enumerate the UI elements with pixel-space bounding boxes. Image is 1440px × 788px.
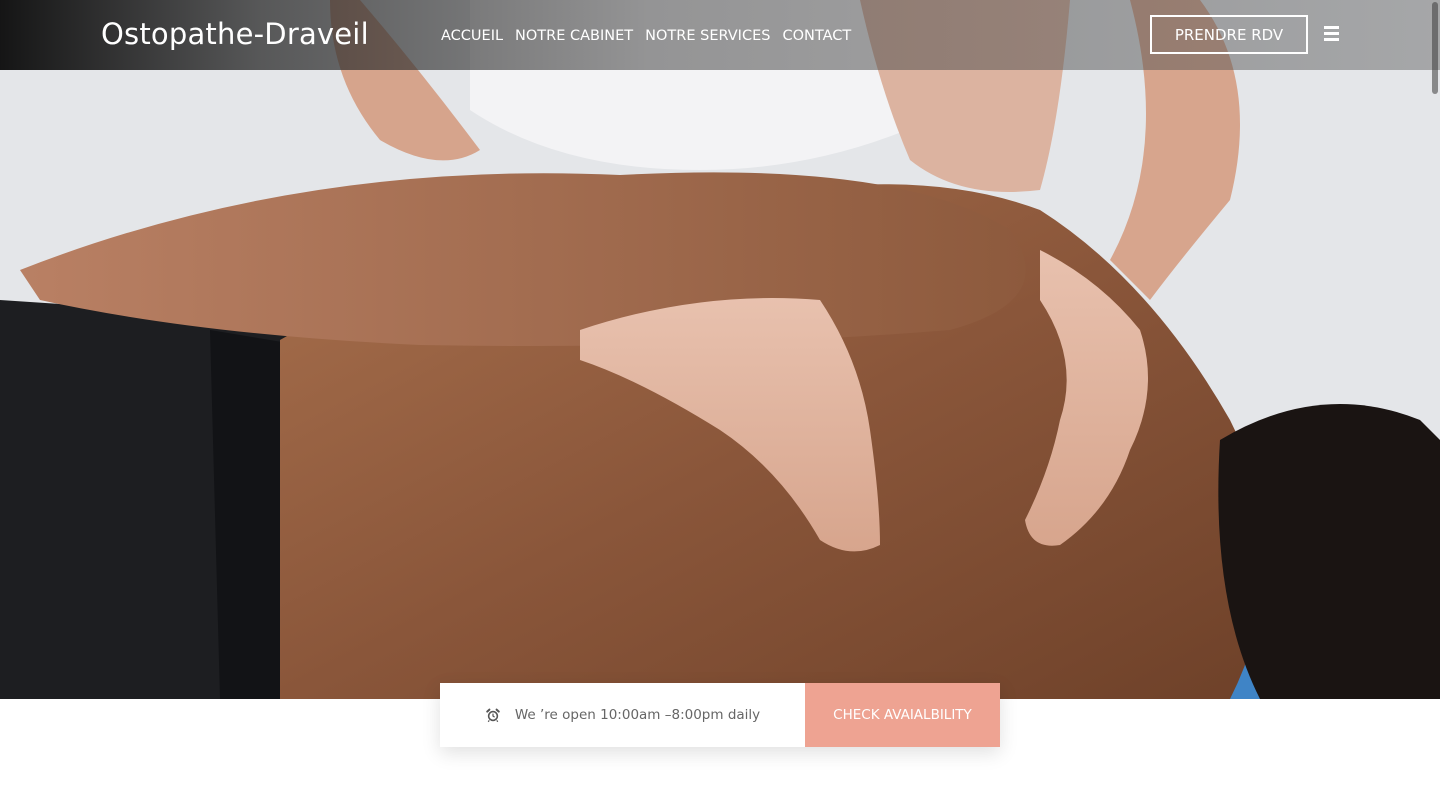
scrollbar-thumb[interactable] [1432, 2, 1438, 94]
availability-bar: We ’re open 10:00am –8:00pm daily CHECK … [440, 683, 1000, 747]
nav-item-notre-cabinet[interactable]: NOTRE CABINET [515, 26, 633, 46]
opening-hours: We ’re open 10:00am –8:00pm daily [440, 683, 805, 747]
check-availability-button[interactable]: CHECK AVAIALBILITY [805, 683, 1000, 747]
hamburger-icon[interactable] [1324, 26, 1339, 41]
hero-image [0, 0, 1440, 699]
nav-item-notre-services[interactable]: NOTRE SERVICES [645, 26, 770, 46]
hamburger-line [1324, 26, 1339, 29]
main-navigation: ACCUEIL NOTRE CABINET NOTRE SERVICES CON… [441, 26, 851, 46]
scrollbar-track[interactable] [1428, 0, 1440, 788]
site-logo-text[interactable]: Ostopathe-Draveil [101, 14, 369, 54]
nav-item-contact[interactable]: CONTACT [782, 26, 851, 46]
alarm-clock-icon [486, 708, 500, 723]
nav-item-accueil[interactable]: ACCUEIL [441, 26, 503, 46]
hamburger-line [1324, 38, 1339, 41]
hamburger-line [1324, 32, 1339, 35]
opening-hours-text: We ’re open 10:00am –8:00pm daily [514, 707, 761, 723]
site-header: Ostopathe-Draveil ACCUEIL NOTRE CABINET … [0, 0, 1440, 70]
prendre-rdv-button[interactable]: PRENDRE RDV [1150, 15, 1308, 54]
massage-photo [0, 0, 1440, 699]
